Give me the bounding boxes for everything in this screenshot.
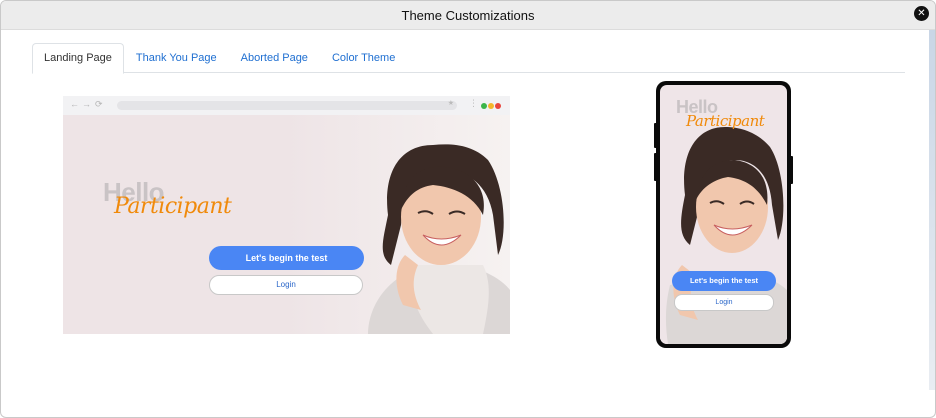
tab-landing-page[interactable]: Landing Page xyxy=(32,43,124,74)
theme-customizations-modal: Theme Customizations ✕ Landing Page Than… xyxy=(0,0,936,418)
forward-arrow-icon: → xyxy=(82,99,91,109)
address-bar: ★ xyxy=(117,100,457,110)
close-icon[interactable]: ✕ xyxy=(914,6,929,21)
login-button[interactable]: Login xyxy=(209,275,363,295)
reload-icon: ⟳ xyxy=(95,99,103,109)
window-dot-green xyxy=(481,103,487,109)
kebab-menu-icon: ⋮ xyxy=(469,98,478,108)
desktop-preview: ← → ⟳ ★ ⋮ Hello Participant Let's begin … xyxy=(63,96,510,334)
phone-screen: Hello Participant Let's begin the test L… xyxy=(660,85,787,344)
participant-name-text-mobile: Participant xyxy=(686,112,765,130)
back-arrow-icon: ← xyxy=(70,99,79,109)
mobile-preview: Hello Participant Let's begin the test L… xyxy=(656,81,791,348)
login-button-mobile[interactable]: Login xyxy=(674,294,774,311)
tab-color-theme[interactable]: Color Theme xyxy=(320,43,407,73)
browser-toolbar: ← → ⟳ ★ ⋮ xyxy=(63,96,510,115)
tab-thank-you-page[interactable]: Thank You Page xyxy=(124,43,229,73)
modal-title: Theme Customizations xyxy=(401,8,535,23)
window-dot-red xyxy=(495,103,501,109)
tab-bar: Landing Page Thank You Page Aborted Page… xyxy=(32,43,905,74)
begin-test-button-mobile[interactable]: Let's begin the test xyxy=(672,271,776,291)
tab-aborted-page[interactable]: Aborted Page xyxy=(229,43,320,73)
begin-test-button[interactable]: Let's begin the test xyxy=(209,246,364,270)
window-dot-yellow xyxy=(488,103,494,109)
star-icon: ★ xyxy=(447,100,454,107)
hero-photo xyxy=(283,115,510,334)
modal-titlebar: Theme Customizations ✕ xyxy=(1,1,935,30)
participant-name-text: Participant xyxy=(114,194,232,219)
background-strip xyxy=(929,30,935,390)
